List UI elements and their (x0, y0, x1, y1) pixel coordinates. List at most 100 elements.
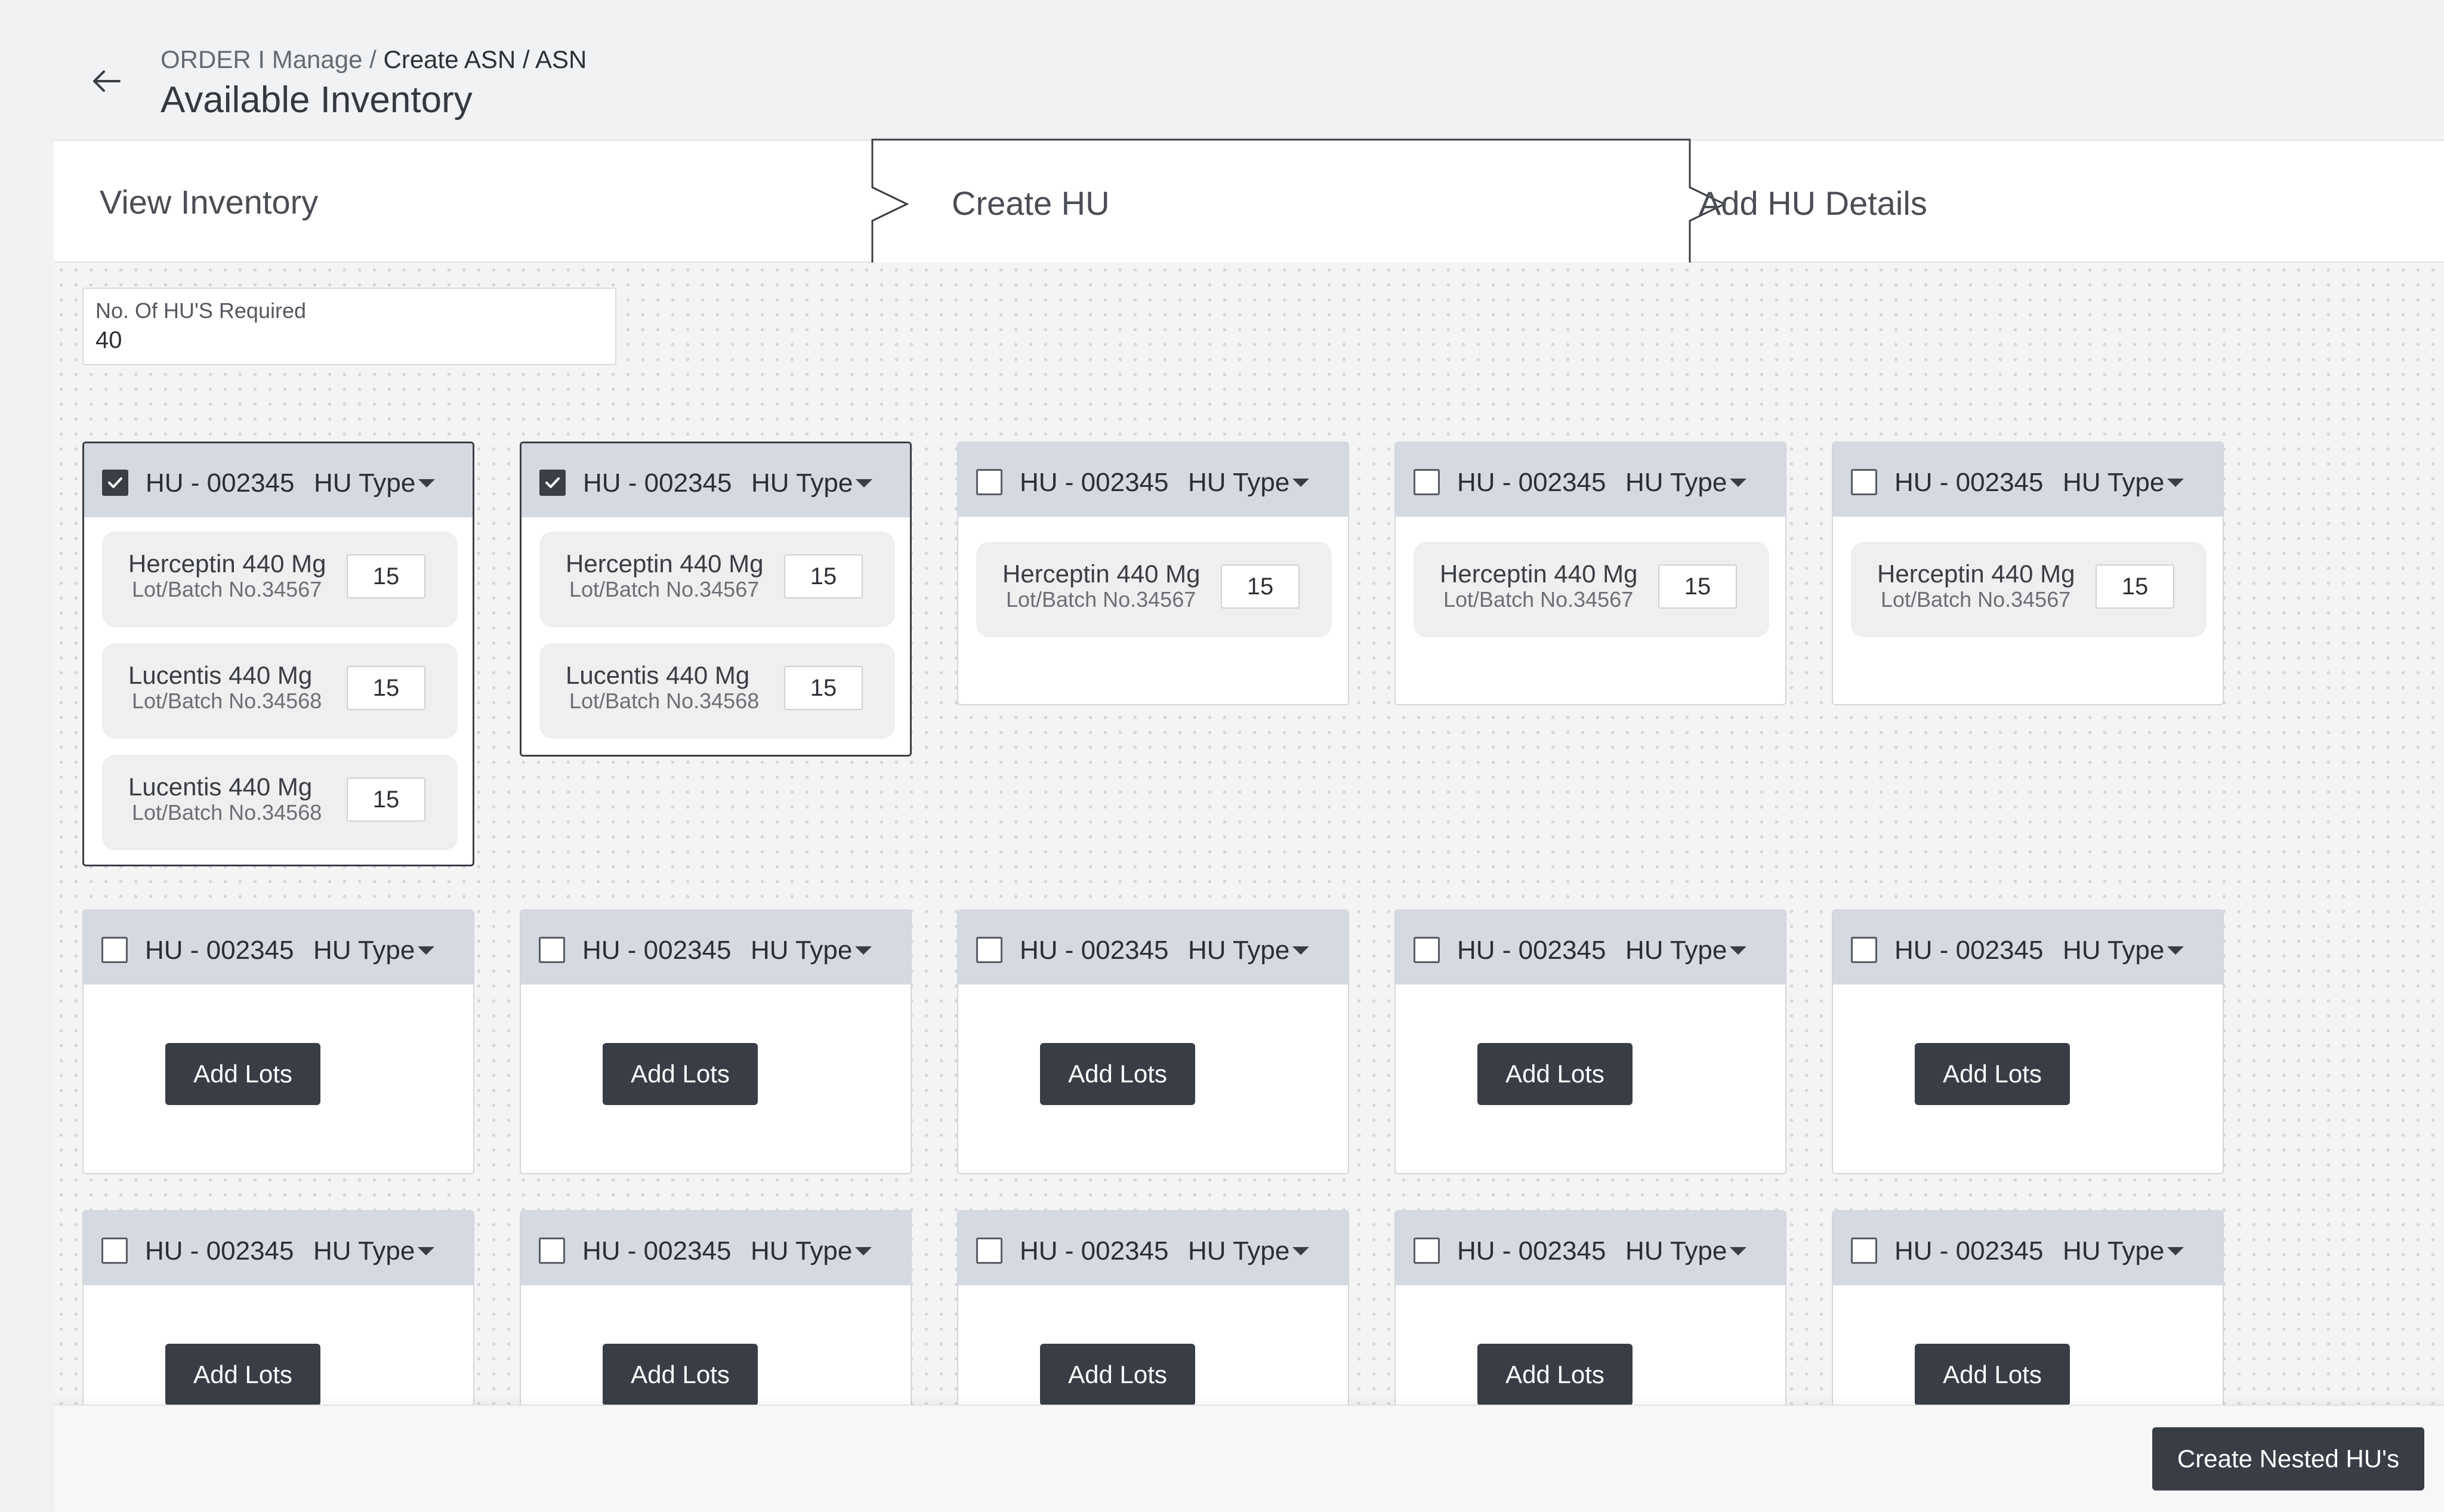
add-lots-button[interactable]: Add Lots (1040, 1344, 1195, 1406)
add-lots-button[interactable]: Add Lots (1040, 1043, 1195, 1105)
hu-select-checkbox[interactable] (539, 937, 565, 963)
step-view-inventory[interactable]: View Inventory (100, 183, 318, 221)
add-lots-button[interactable]: Add Lots (1477, 1344, 1633, 1406)
add-lots-button[interactable]: Add Lots (1477, 1043, 1633, 1105)
hu-card: HU - 002345 HU Type Herceptin 440 Mg Lot/Ba… (1832, 442, 2224, 705)
back-arrow-icon[interactable] (90, 64, 123, 98)
hu-card: HU - 002345 HU Type Add Lots (957, 909, 1349, 1174)
hu-id: HU - 002345 (1457, 1236, 1606, 1266)
hu-card-header: HU - 002345 HU Type (1833, 1211, 2223, 1285)
hu-select-checkbox[interactable] (539, 1238, 565, 1264)
hu-count-field[interactable]: No. Of HU'S Required 40 (82, 288, 616, 365)
lot-quantity-input[interactable]: 15 (2096, 564, 2174, 609)
lot-batch-number: Lot/Batch No.34567 (569, 577, 760, 601)
caret-down-icon[interactable] (1292, 1247, 1309, 1255)
step-add-hu-details[interactable]: Add HU Details (1699, 184, 1927, 223)
hu-card: HU - 002345 HU Type Add Lots (1832, 909, 2224, 1174)
hu-type-dropdown[interactable]: HU Type (751, 468, 853, 498)
hu-type-dropdown[interactable]: HU Type (2063, 936, 2164, 965)
caret-down-icon[interactable] (1292, 479, 1309, 487)
lot-item: Lucentis 440 Mg Lot/Batch No.34568 15 (539, 643, 895, 739)
hu-type-dropdown[interactable]: HU Type (1625, 936, 1727, 965)
hu-card-header: HU - 002345 HU Type (84, 1211, 473, 1285)
lot-name: Herceptin 440 Mg (1002, 560, 1201, 588)
caret-down-icon[interactable] (1730, 479, 1746, 487)
hu-id: HU - 002345 (146, 468, 295, 498)
hu-card-header: HU - 002345 HU Type (521, 443, 910, 517)
add-lots-button[interactable]: Add Lots (1915, 1043, 2070, 1105)
hu-type-dropdown[interactable]: HU Type (2063, 1236, 2164, 1266)
hu-id: HU - 002345 (1020, 468, 1169, 497)
lot-quantity-input[interactable]: 15 (784, 666, 863, 710)
footer-bar: Create Nested HU's (54, 1405, 2444, 1512)
lot-quantity-input[interactable]: 15 (784, 554, 863, 598)
hu-card-header: HU - 002345 HU Type (1833, 911, 2223, 985)
caret-down-icon[interactable] (418, 1247, 434, 1255)
hu-type-dropdown[interactable]: HU Type (1188, 1236, 1289, 1266)
hu-select-checkbox[interactable] (1851, 1238, 1877, 1264)
step-create-hu[interactable]: Create HU (952, 184, 1110, 223)
hu-select-checkbox[interactable] (539, 470, 566, 496)
hu-card: HU - 002345 HU Type Add Lots (82, 909, 474, 1174)
hu-type-dropdown[interactable]: HU Type (313, 1236, 415, 1266)
add-lots-button[interactable]: Add Lots (603, 1043, 758, 1105)
lot-quantity-input[interactable]: 15 (1658, 564, 1737, 609)
hu-select-checkbox[interactable] (1851, 469, 1877, 495)
hu-type-dropdown[interactable]: HU Type (751, 1236, 852, 1266)
content-area: No. Of HU'S Required 40 HU - 002345 HU Ty… (54, 263, 2444, 1475)
hu-type-dropdown[interactable]: HU Type (313, 936, 415, 965)
hu-id: HU - 002345 (583, 468, 732, 498)
lot-quantity-input[interactable]: 15 (347, 666, 425, 710)
hu-type-dropdown[interactable]: HU Type (1625, 1236, 1727, 1266)
hu-count-value[interactable]: 40 (95, 327, 122, 354)
lot-item: Herceptin 440 Mg Lot/Batch No.34567 15 (976, 542, 1332, 637)
lot-batch-number: Lot/Batch No.34568 (132, 800, 322, 825)
hu-id: HU - 002345 (145, 936, 294, 965)
hu-select-checkbox[interactable] (102, 470, 128, 496)
lot-quantity-input[interactable]: 15 (1221, 564, 1300, 609)
caret-down-icon[interactable] (2167, 479, 2184, 487)
hu-select-checkbox[interactable] (1414, 469, 1440, 495)
hu-select-checkbox[interactable] (1851, 937, 1877, 963)
create-nested-hus-button[interactable]: Create Nested HU's (2152, 1427, 2424, 1491)
hu-select-checkbox[interactable] (1414, 937, 1440, 963)
lot-quantity-input[interactable]: 15 (347, 554, 425, 598)
hu-type-dropdown[interactable]: HU Type (751, 936, 852, 965)
hu-type-dropdown[interactable]: HU Type (1188, 936, 1289, 965)
hu-select-checkbox[interactable] (101, 937, 128, 963)
caret-down-icon[interactable] (418, 946, 434, 955)
lot-item: Herceptin 440 Mg Lot/Batch No.34567 15 (102, 532, 458, 627)
hu-card: HU - 002345 HU Type Add Lots (520, 909, 912, 1174)
add-lots-button[interactable]: Add Lots (165, 1043, 320, 1105)
hu-card-header: HU - 002345 HU Type (1396, 443, 1785, 517)
breadcrumb-order[interactable]: ORDER (161, 45, 251, 73)
caret-down-icon[interactable] (855, 946, 872, 955)
hu-type-dropdown[interactable]: HU Type (314, 468, 415, 498)
hu-select-checkbox[interactable] (101, 1238, 128, 1264)
add-lots-button[interactable]: Add Lots (1915, 1344, 2070, 1406)
lot-quantity-input[interactable]: 15 (347, 777, 425, 822)
add-lots-button[interactable]: Add Lots (165, 1344, 320, 1406)
hu-card-header: HU - 002345 HU Type (958, 443, 1348, 517)
hu-card-header: HU - 002345 HU Type (958, 1211, 1348, 1285)
lot-name: Lucentis 440 Mg (128, 773, 313, 801)
hu-type-dropdown[interactable]: HU Type (1188, 468, 1289, 498)
add-lots-button[interactable]: Add Lots (603, 1344, 758, 1406)
hu-type-dropdown[interactable]: HU Type (1625, 468, 1727, 498)
caret-down-icon[interactable] (1730, 1247, 1746, 1255)
caret-down-icon[interactable] (856, 479, 872, 487)
hu-select-checkbox[interactable] (976, 937, 1002, 963)
breadcrumb-manage[interactable]: Manage (272, 45, 363, 73)
caret-down-icon[interactable] (1292, 946, 1309, 955)
lot-name: Lucentis 440 Mg (566, 661, 750, 689)
caret-down-icon[interactable] (2167, 946, 2184, 955)
caret-down-icon[interactable] (855, 1247, 872, 1255)
hu-select-checkbox[interactable] (1414, 1238, 1440, 1264)
caret-down-icon[interactable] (418, 479, 435, 487)
hu-select-checkbox[interactable] (976, 1238, 1002, 1264)
hu-type-dropdown[interactable]: HU Type (2063, 468, 2164, 498)
hu-card-header: HU - 002345 HU Type (521, 1211, 911, 1285)
caret-down-icon[interactable] (1730, 946, 1746, 955)
hu-select-checkbox[interactable] (976, 469, 1002, 495)
caret-down-icon[interactable] (2167, 1247, 2184, 1255)
